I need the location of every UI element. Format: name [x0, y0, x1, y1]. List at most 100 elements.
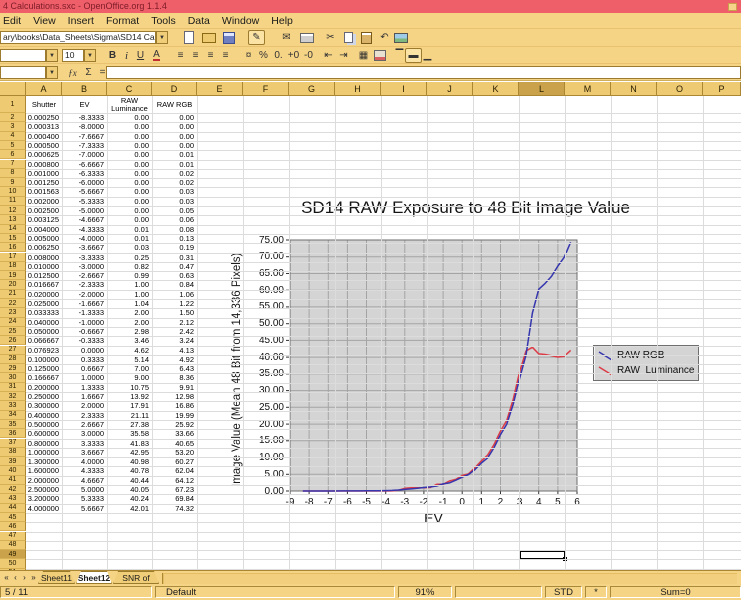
column-header-D[interactable]: D	[152, 82, 197, 96]
cell[interactable]: 0.01	[152, 150, 197, 159]
insert-mode-indicator[interactable]	[455, 586, 542, 598]
menu-help[interactable]: Help	[265, 15, 299, 28]
cell[interactable]: 5.3333	[62, 494, 107, 503]
row-header-44[interactable]: 44	[0, 504, 26, 513]
font-name-dropdown-icon[interactable]: ▼	[46, 49, 58, 62]
cell[interactable]: 3.200000	[26, 494, 62, 503]
cell[interactable]: 4.92	[152, 355, 197, 364]
column-header-L[interactable]: L	[519, 82, 565, 96]
cell[interactable]: 0.0000	[62, 346, 107, 355]
cell[interactable]: 0.006250	[26, 243, 62, 252]
cell[interactable]: 0.01	[107, 234, 152, 243]
row-header-19[interactable]: 19	[0, 271, 26, 280]
cell[interactable]: 0.00	[152, 122, 197, 131]
name-box-dropdown-icon[interactable]: ▼	[46, 66, 58, 79]
cell[interactable]: 12.98	[152, 392, 197, 401]
cell[interactable]: 0.82	[107, 262, 152, 271]
send-mail-icon[interactable]: ✉	[278, 30, 295, 45]
row-header-5[interactable]: 5	[0, 141, 26, 150]
cell[interactable]: 0.020000	[26, 290, 62, 299]
cell[interactable]: 0.00	[107, 132, 152, 141]
cell[interactable]: -6.3333	[62, 169, 107, 178]
cell[interactable]: -2.6667	[62, 271, 107, 280]
cell[interactable]: 5.0000	[62, 485, 107, 494]
cell[interactable]: 6.43	[152, 364, 197, 373]
row-header-6[interactable]: 6	[0, 150, 26, 159]
cell[interactable]: 4.6667	[62, 476, 107, 485]
cell[interactable]: 0.00	[107, 197, 152, 206]
row-header-9[interactable]: 9	[0, 178, 26, 187]
menu-format[interactable]: Format	[100, 15, 145, 28]
column-header-P[interactable]: P	[703, 82, 741, 96]
cell[interactable]: 0.05	[152, 206, 197, 215]
delete-decimal-icon[interactable]: -0	[300, 48, 317, 63]
cell[interactable]: 0.001563	[26, 187, 62, 196]
cell[interactable]: 0.001000	[26, 169, 62, 178]
cell[interactable]: 0.08	[152, 225, 197, 234]
cell[interactable]: 0.01	[107, 225, 152, 234]
cell[interactable]: 3.46	[107, 336, 152, 345]
cell[interactable]: 4.000000	[26, 504, 62, 513]
cell[interactable]: 0.19	[152, 243, 197, 252]
cell[interactable]: 3.24	[152, 336, 197, 345]
row-header-31[interactable]: 31	[0, 383, 26, 392]
font-name-input[interactable]	[0, 49, 46, 62]
row-header-50[interactable]: 50	[0, 559, 26, 568]
cell[interactable]: 3.6667	[62, 448, 107, 457]
cell[interactable]: 0.00	[107, 206, 152, 215]
cell[interactable]: 0.066667	[26, 336, 62, 345]
underline-icon[interactable]: U	[132, 48, 149, 63]
cell[interactable]: -3.3333	[62, 253, 107, 262]
cell[interactable]: -7.3333	[62, 141, 107, 150]
borders-icon[interactable]: ▦	[355, 48, 372, 63]
cell[interactable]: 60.27	[152, 457, 197, 466]
cell[interactable]: 1.00	[107, 290, 152, 299]
cell[interactable]: 0.001250	[26, 178, 62, 187]
cell[interactable]: -2.3333	[62, 280, 107, 289]
cell[interactable]: -4.0000	[62, 234, 107, 243]
formula-input[interactable]	[106, 66, 741, 79]
cell[interactable]: 33.66	[152, 429, 197, 438]
align-justify-icon[interactable]: ≡	[217, 48, 234, 63]
cell[interactable]: 0.01	[152, 160, 197, 169]
row-header-4[interactable]: 4	[0, 132, 26, 141]
cell[interactable]: 41.83	[107, 439, 152, 448]
column-title-cell[interactable]: RAW Luminance	[107, 96, 152, 113]
cell[interactable]: 0.800000	[26, 439, 62, 448]
cell[interactable]: -2.0000	[62, 290, 107, 299]
function-autopilot-icon[interactable]: ƒx	[64, 65, 81, 80]
cell[interactable]: -8.3333	[62, 113, 107, 122]
cell[interactable]: 4.0000	[62, 457, 107, 466]
cell[interactable]: 2.00	[107, 318, 152, 327]
cell[interactable]: 0.03	[152, 197, 197, 206]
next-sheet-icon[interactable]: ›	[20, 572, 29, 584]
cell[interactable]: 2.42	[152, 327, 197, 336]
row-header-38[interactable]: 38	[0, 448, 26, 457]
cell[interactable]: 0.00	[107, 187, 152, 196]
cell[interactable]: 0.000250	[26, 113, 62, 122]
cell[interactable]: 0.000500	[26, 141, 62, 150]
cell[interactable]: 0.99	[107, 271, 152, 280]
row-header-48[interactable]: 48	[0, 541, 26, 550]
row-header-29[interactable]: 29	[0, 364, 26, 373]
cell[interactable]: 0.00	[107, 122, 152, 131]
cell[interactable]: 1.000000	[26, 448, 62, 457]
cell[interactable]: 8.36	[152, 373, 197, 382]
cell[interactable]: 0.025000	[26, 299, 62, 308]
row-header-30[interactable]: 30	[0, 373, 26, 382]
font-size-input[interactable]: 10	[62, 49, 84, 62]
cell[interactable]: 0.002000	[26, 197, 62, 206]
cell[interactable]: 69.84	[152, 494, 197, 503]
last-sheet-icon[interactable]: »	[29, 572, 38, 584]
cell[interactable]: 3.0000	[62, 429, 107, 438]
selection-mode-indicator[interactable]: STD	[545, 586, 582, 598]
cell[interactable]: -6.0000	[62, 178, 107, 187]
cell[interactable]: 7.00	[107, 364, 152, 373]
cell[interactable]: 0.00	[107, 113, 152, 122]
font-color-icon[interactable]: A	[148, 48, 165, 63]
row-header-22[interactable]: 22	[0, 299, 26, 308]
zoom-indicator[interactable]: 91%	[398, 586, 452, 598]
cell[interactable]: 0.050000	[26, 327, 62, 336]
cell[interactable]: -4.3333	[62, 225, 107, 234]
row-header-35[interactable]: 35	[0, 420, 26, 429]
